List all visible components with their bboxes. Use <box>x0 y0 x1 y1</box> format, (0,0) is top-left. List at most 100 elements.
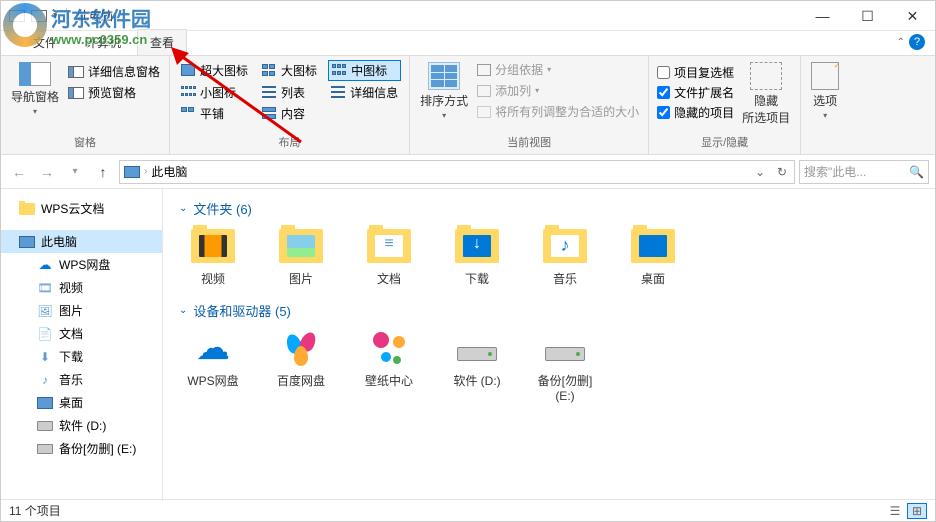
address-row: ← → ▾ ↑ › 此电脑 ⌄ ↻ 搜索"此电... 🔍 <box>1 155 935 189</box>
close-button[interactable]: ✕ <box>890 1 935 31</box>
folder-item-documents[interactable]: 文档 <box>355 226 423 287</box>
ribbon-group-showhide: 项目复选框 文件扩展名 隐藏的项目 隐藏 所选项目 显示/隐藏 <box>649 56 801 154</box>
qat-icon[interactable] <box>31 10 47 22</box>
download-icon: ⬇ <box>37 350 53 364</box>
minimize-button[interactable]: — <box>800 1 845 31</box>
chevron-down-icon: ⌄ <box>179 203 187 214</box>
folder-item-pictures[interactable]: 图片 <box>267 226 335 287</box>
ribbon-group-layout: 超大图标 大图标 中图标 小图标 列表 详细信息 平铺 内容 布局 <box>170 56 410 154</box>
group-label-showhide: 显示/隐藏 <box>657 132 792 150</box>
drive-item-baidu[interactable]: 百度网盘 <box>267 328 335 403</box>
group-label-panes: 窗格 <box>9 132 161 150</box>
address-bar[interactable]: › 此电脑 ⌄ ↻ <box>119 160 795 184</box>
qat-icon[interactable] <box>9 10 25 22</box>
picture-icon: 🖼 <box>37 304 53 318</box>
layout-tile-button[interactable]: 平铺 <box>178 104 251 123</box>
drive-icon <box>37 444 53 454</box>
ribbon-tabs: 文件 计算机 查看 ⌃ ? <box>1 31 935 55</box>
tree-desktop[interactable]: 桌面 <box>1 391 162 414</box>
tab-file[interactable]: 文件 <box>21 30 69 55</box>
folder-item-music[interactable]: 音乐 <box>531 226 599 287</box>
hidden-items-toggle[interactable]: 隐藏的项目 <box>657 104 734 121</box>
tree-drive-d[interactable]: 软件 (D:) <box>1 414 162 437</box>
group-label-currentview: 当前视图 <box>418 132 640 150</box>
fit-columns-button: 将所有列调整为合适的大小 <box>476 102 640 121</box>
tree-documents[interactable]: 📄文档 <box>1 322 162 345</box>
status-item-count: 11 个项目 <box>9 502 61 519</box>
tree-wps-cloud[interactable]: WPS云文档 <box>1 197 162 220</box>
layout-m-button[interactable]: 中图标 <box>328 60 401 81</box>
tree-pictures[interactable]: 🖼图片 <box>1 299 162 322</box>
ribbon-collapse-icon[interactable]: ⌃ <box>897 37 905 48</box>
address-dropdown-icon[interactable]: ⌄ <box>750 162 770 182</box>
music-icon: ♪ <box>37 373 53 387</box>
tree-music[interactable]: ♪音乐 <box>1 368 162 391</box>
drive-item-wps[interactable]: ☁WPS网盘 <box>179 328 247 403</box>
preview-pane-icon <box>68 87 84 99</box>
folder-icon <box>19 203 35 215</box>
cloud-icon: ☁ <box>37 259 53 271</box>
tree-this-pc[interactable]: 此电脑 <box>1 230 162 253</box>
section-folders-header[interactable]: ⌄文件夹 (6) <box>179 199 919 218</box>
wallpaper-icon <box>371 330 407 366</box>
tree-downloads[interactable]: ⬇下载 <box>1 345 162 368</box>
options-button[interactable]: ✓ 选项 ▾ <box>809 60 841 122</box>
recent-dropdown[interactable]: ▾ <box>63 160 87 184</box>
sort-button[interactable]: 排序方式 ▾ <box>418 60 470 122</box>
nav-tree: WPS云文档 此电脑 ☁WPS网盘 🎞视频 🖼图片 📄文档 ⬇下载 ♪音乐 桌面… <box>1 189 163 501</box>
add-columns-button[interactable]: 添加列▾ <box>476 81 640 100</box>
baidu-icon <box>283 330 319 366</box>
quick-access-toolbar: ▾ <box>1 8 69 24</box>
hide-selected-button[interactable]: 隐藏 所选项目 <box>740 60 792 128</box>
help-icon[interactable]: ? <box>909 34 925 50</box>
hide-icon <box>750 62 782 90</box>
layout-s-button[interactable]: 小图标 <box>178 83 251 102</box>
drive-item-d[interactable]: 软件 (D:) <box>443 328 511 403</box>
drive-item-e[interactable]: 备份[勿删] (E:) <box>531 328 599 403</box>
back-button[interactable]: ← <box>7 160 31 184</box>
search-input[interactable]: 搜索"此电... 🔍 <box>799 160 929 184</box>
tree-drive-e[interactable]: 备份[勿删] (E:) <box>1 437 162 460</box>
layout-xl-button[interactable]: 超大图标 <box>178 60 251 81</box>
layout-list-button[interactable]: 列表 <box>259 83 320 102</box>
chevron-down-icon: ⌄ <box>179 305 187 316</box>
pc-icon <box>19 236 35 248</box>
view-icons-button[interactable]: ⊞ <box>907 503 927 519</box>
nav-pane-button[interactable]: 导航窗格 ▾ <box>9 60 61 118</box>
maximize-button[interactable]: ☐ <box>845 1 890 31</box>
tab-computer[interactable]: 计算机 <box>73 30 133 55</box>
detail-pane-button[interactable]: 详细信息窗格 <box>67 62 161 81</box>
layout-l-button[interactable]: 大图标 <box>259 60 320 81</box>
sort-icon <box>428 62 460 90</box>
desktop-icon <box>37 397 53 409</box>
layout-content-button[interactable]: 内容 <box>259 104 320 123</box>
folder-item-downloads[interactable]: 下载 <box>443 226 511 287</box>
folder-item-desktop[interactable]: 桌面 <box>619 226 687 287</box>
drive-item-wallpaper[interactable]: 壁纸中心 <box>355 328 423 403</box>
cloud-icon: ☁ <box>189 328 237 368</box>
tree-videos[interactable]: 🎞视频 <box>1 276 162 299</box>
breadcrumb[interactable]: 此电脑 <box>151 163 187 180</box>
folder-item-video[interactable]: 视频 <box>179 226 247 287</box>
options-icon: ✓ <box>811 62 839 90</box>
content-pane: ⌄文件夹 (6) 视频 图片 文档 下载 音乐 桌面 ⌄设备和驱动器 (5) ☁… <box>163 189 935 501</box>
group-label-layout: 布局 <box>178 132 401 150</box>
group-by-button[interactable]: 分组依据▾ <box>476 60 640 79</box>
up-button[interactable]: ↑ <box>91 160 115 184</box>
search-icon: 🔍 <box>909 165 924 179</box>
preview-pane-button[interactable]: 预览窗格 <box>67 83 161 102</box>
tree-wps-disk[interactable]: ☁WPS网盘 <box>1 253 162 276</box>
qat-dropdown-icon[interactable]: ▾ <box>53 10 58 21</box>
item-checkbox-toggle[interactable]: 项目复选框 <box>657 64 734 81</box>
layout-detail-button[interactable]: 详细信息 <box>328 83 401 102</box>
section-devices-header[interactable]: ⌄设备和驱动器 (5) <box>179 301 919 320</box>
file-ext-toggle[interactable]: 文件扩展名 <box>657 84 734 101</box>
view-details-button[interactable]: ☰ <box>885 503 905 519</box>
detail-pane-icon <box>68 66 84 78</box>
tab-view[interactable]: 查看 <box>137 29 187 55</box>
refresh-button[interactable]: ↻ <box>772 162 792 182</box>
ribbon: 导航窗格 ▾ 详细信息窗格 预览窗格 窗格 超大图标 大图标 中图标 <box>1 55 935 155</box>
chevron-right-icon[interactable]: › <box>144 166 147 177</box>
drive-icon <box>457 347 497 361</box>
forward-button: → <box>35 160 59 184</box>
